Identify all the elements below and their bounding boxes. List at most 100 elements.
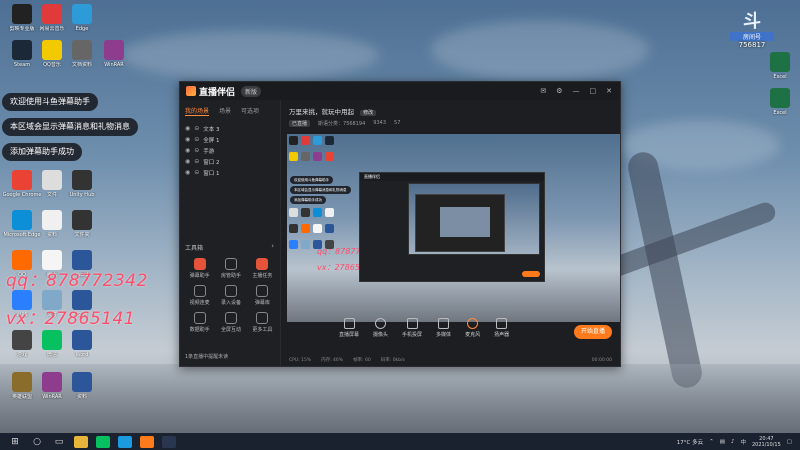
desktop-icon[interactable]: WinRAR bbox=[94, 40, 134, 84]
tool-item[interactable]: 视频连麦 bbox=[184, 285, 215, 306]
app-logo: 直播伴侣 bbox=[186, 85, 235, 98]
eye-icon[interactable]: ◉ bbox=[185, 125, 190, 132]
desktop-icon-label: Word bbox=[75, 352, 89, 358]
go-live-button[interactable]: 开始直播 bbox=[574, 325, 612, 339]
weather-widget[interactable]: 17°C 多云 bbox=[677, 438, 703, 446]
preview-desktop-icon bbox=[301, 240, 310, 249]
app-icon bbox=[72, 330, 92, 350]
search-icon[interactable]: ○ bbox=[30, 436, 44, 448]
tool-label: 数据助手 bbox=[189, 327, 210, 333]
source-item[interactable]: ◉ ⊝ 窗口 2 bbox=[180, 156, 280, 167]
preview-desktop-icon bbox=[325, 152, 334, 161]
cloud bbox=[120, 30, 380, 80]
version-tag[interactable]: 新版 bbox=[241, 85, 262, 97]
badge-label: 房间号 bbox=[730, 32, 774, 41]
preview-desktop-icon bbox=[325, 136, 334, 145]
camera-button[interactable]: 摄像头 bbox=[373, 318, 388, 338]
source-item[interactable]: ◉ ⊝ 窗口 1 bbox=[180, 167, 280, 178]
chevron-icon[interactable]: › bbox=[271, 242, 274, 250]
tool-item[interactable]: 更多工具 bbox=[247, 312, 278, 333]
microphone-button[interactable]: 麦克风 bbox=[465, 318, 480, 338]
lock-icon[interactable]: ⊝ bbox=[194, 158, 199, 165]
desktop-icon[interactable]: Word bbox=[62, 330, 102, 374]
preview-desktop-icon bbox=[313, 152, 322, 161]
app-icon bbox=[12, 372, 32, 392]
media-button[interactable]: 多媒体 bbox=[436, 318, 451, 338]
tool-item[interactable]: 全屏互动 bbox=[215, 312, 246, 333]
eye-icon[interactable]: ◉ bbox=[185, 147, 190, 154]
eye-icon[interactable]: ◉ bbox=[185, 158, 190, 165]
source-item[interactable]: ◉ ⊝ 全屏 1 bbox=[180, 134, 280, 145]
tool-label: 录入设备 bbox=[220, 300, 241, 306]
wechat-icon[interactable] bbox=[96, 435, 110, 448]
task-view-icon[interactable]: ▭ bbox=[52, 436, 66, 448]
preview-desktop-icon bbox=[325, 208, 334, 217]
tab-my-scenes[interactable]: 我的场景 bbox=[185, 106, 210, 116]
clock[interactable]: 20:47 2021/10/15 bbox=[752, 436, 781, 448]
lock-icon[interactable]: ⊝ bbox=[194, 125, 199, 132]
microphone-icon bbox=[467, 318, 479, 329]
app-icon bbox=[12, 40, 32, 60]
screen-capture-button[interactable]: 直播屏幕 bbox=[339, 318, 359, 338]
message-icon[interactable]: ✉ bbox=[540, 87, 546, 95]
steam-icon[interactable] bbox=[162, 435, 176, 448]
gear-icon[interactable]: ⚙ bbox=[556, 87, 562, 95]
file-explorer-icon[interactable] bbox=[74, 435, 88, 448]
notification-icon[interactable]: ▢ bbox=[787, 439, 792, 445]
minimize-icon[interactable]: — bbox=[573, 87, 580, 95]
tool-icon bbox=[193, 312, 206, 324]
tab-scenes[interactable]: 场景 bbox=[219, 106, 231, 116]
tool-icon bbox=[256, 312, 269, 324]
maximize-icon[interactable]: □ bbox=[590, 87, 597, 95]
desktop-icon-excel[interactable]: Excel bbox=[760, 88, 800, 132]
windows-start-icon[interactable]: ⊞ bbox=[8, 436, 22, 448]
network-icon[interactable]: ▤ bbox=[720, 439, 725, 445]
app-icon bbox=[42, 372, 62, 392]
live-companion-icon[interactable] bbox=[140, 435, 154, 448]
tool-item[interactable]: 录入设备 bbox=[215, 285, 246, 306]
desktop-icon[interactable]: Unity Hub bbox=[62, 170, 102, 214]
app-icon bbox=[72, 40, 92, 60]
stream-preview[interactable]: 欢迎使用斗鱼弹幕助手 本区域会显示弹幕消息和礼物消息 添加弹幕助手成功 qq：8… bbox=[287, 134, 620, 322]
desktop-icon-label: Unity Hub bbox=[69, 192, 95, 198]
source-item[interactable]: ◉ ⊝ 文本 3 bbox=[180, 123, 280, 134]
edit-title-button[interactable]: 修改 bbox=[360, 110, 377, 116]
tab-options[interactable]: 可选项 bbox=[241, 106, 259, 116]
app-icon bbox=[72, 170, 92, 190]
excel-icon bbox=[770, 52, 790, 72]
overlay-message: 欢迎使用斗鱼弹幕助手 bbox=[2, 93, 98, 111]
left-footer-notice[interactable]: 1条直播中提醒未读 bbox=[185, 353, 228, 360]
ime-indicator[interactable]: 中 bbox=[740, 438, 746, 446]
tool-item[interactable]: 房管助手 bbox=[215, 258, 246, 279]
chevron-up-icon[interactable]: ⌃ bbox=[709, 439, 714, 445]
preview-desktop-icon bbox=[301, 136, 310, 145]
tool-item[interactable]: 弹幕助手 bbox=[184, 258, 215, 279]
tree-branch bbox=[602, 199, 778, 281]
speaker-button[interactable]: 扬声器 bbox=[494, 318, 509, 338]
toolbox-title: 工具箱 bbox=[185, 245, 204, 252]
tool-item[interactable]: 弹幕库 bbox=[247, 285, 278, 306]
desktop-icon[interactable]: 资料 bbox=[62, 372, 102, 416]
lock-icon[interactable]: ⊝ bbox=[194, 147, 199, 154]
app-icon bbox=[104, 40, 124, 60]
tool-label: 房管助手 bbox=[220, 273, 241, 279]
eye-icon[interactable]: ◉ bbox=[185, 169, 190, 176]
tool-item[interactable]: 主播任务 bbox=[247, 258, 278, 279]
lock-icon[interactable]: ⊝ bbox=[194, 169, 199, 176]
tool-item[interactable]: 数据助手 bbox=[184, 312, 215, 333]
taskbar: ⊞ ○ ▭ 17°C 多云 ⌃ ▤ ♪ 中 20:47 2021/10/15 ▢ bbox=[0, 433, 800, 450]
source-item[interactable]: ◉ ⊝ 手游 bbox=[180, 145, 280, 156]
eye-icon[interactable]: ◉ bbox=[185, 136, 190, 143]
edge-icon[interactable] bbox=[118, 435, 132, 448]
lock-icon[interactable]: ⊝ bbox=[194, 136, 199, 143]
desktop-icon[interactable]: 文件夹 bbox=[62, 210, 102, 254]
volume-icon[interactable]: ♪ bbox=[731, 439, 735, 445]
close-icon[interactable]: ✕ bbox=[606, 87, 612, 95]
preview-nested-window: 直播伴侣 bbox=[359, 172, 545, 282]
stream-timer: 00:00:00 bbox=[591, 357, 612, 363]
title-icons: ✉ ⚙ — □ ✕ bbox=[540, 87, 620, 95]
phone-cast-button[interactable]: 手机投屏 bbox=[402, 318, 422, 338]
app-icon bbox=[42, 330, 62, 350]
overlay-message: 本区域会显示弹幕消息和礼物消息 bbox=[2, 118, 138, 136]
desktop-icon-label: WinRAR bbox=[104, 62, 124, 68]
